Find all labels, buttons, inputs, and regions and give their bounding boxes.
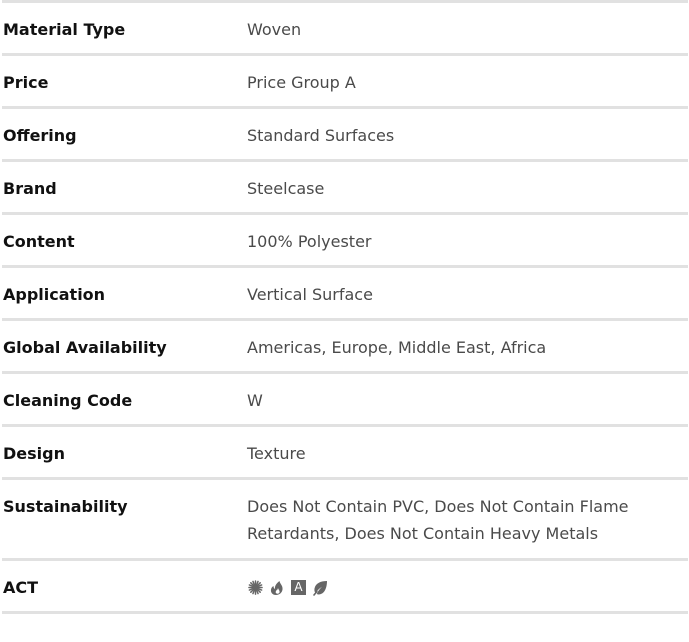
spec-label: Brand [3,179,57,198]
spec-label: Content [3,232,75,251]
spec-row-act: ACT A [2,561,688,614]
spec-row-price: Price Price Group A [2,56,688,109]
spec-label: Sustainability [3,497,128,516]
letter-a-icon: A [291,580,306,595]
spec-value: Standard Surfaces [247,126,395,145]
spec-row-material-type: Material Type Woven [2,3,688,56]
spec-label: Price [3,73,49,92]
specifications-table: Material Type Woven Price Price Group A … [2,0,688,614]
spec-label: Global Availability [3,338,167,357]
spec-row-cleaning-code: Cleaning Code W [2,374,688,427]
spec-label: Cleaning Code [3,391,133,410]
spec-row-brand: Brand Steelcase [2,162,688,215]
spec-row-global-availability: Global Availability Americas, Europe, Mi… [2,321,688,374]
leaf-icon [312,580,328,596]
spec-label: ACT [3,578,39,597]
spec-value: Americas, Europe, Middle East, Africa [247,338,547,357]
spec-value: W [247,391,263,410]
starburst-icon [247,580,263,596]
spec-label: Offering [3,126,77,145]
spec-row-content: Content 100% Polyester [2,215,688,268]
spec-value: Price Group A [247,73,356,92]
spec-row-design: Design Texture [2,427,688,480]
spec-value: Steelcase [247,179,325,198]
spec-row-application: Application Vertical Surface [2,268,688,321]
spec-value: Does Not Contain PVC, Does Not Contain F… [247,497,629,543]
spec-value: Texture [247,444,306,463]
spec-row-offering: Offering Standard Surfaces [2,109,688,162]
spec-row-sustainability: Sustainability Does Not Contain PVC, Doe… [2,480,688,561]
spec-value: 100% Polyester [247,232,372,251]
spec-label: Design [3,444,65,463]
spec-label: Application [3,285,106,304]
flame-icon [269,580,285,596]
spec-value: Woven [247,20,302,39]
spec-label: Material Type [3,20,126,39]
spec-value: Vertical Surface [247,285,373,304]
act-icons: A [247,574,688,601]
